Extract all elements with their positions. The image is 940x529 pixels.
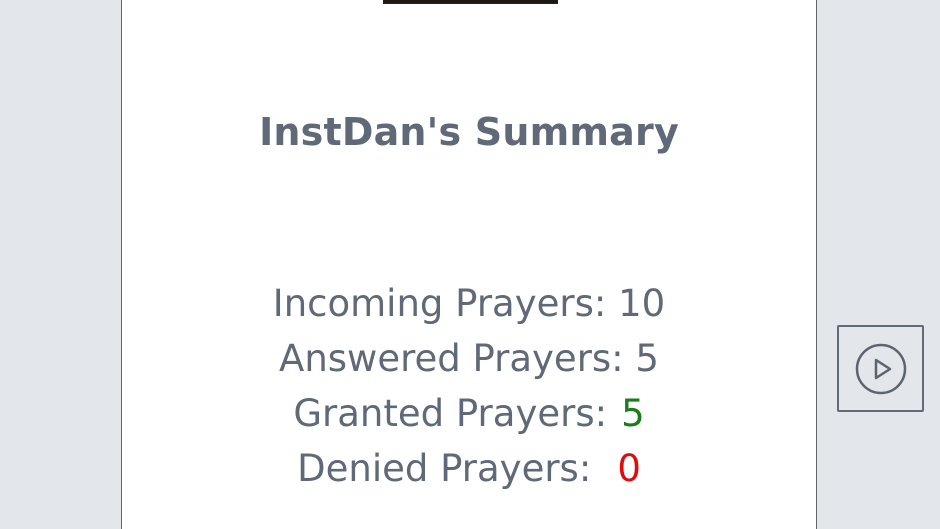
- incoming-prayers-row: Incoming Prayers: 10: [122, 276, 816, 331]
- incoming-prayers-value: 10: [618, 282, 666, 325]
- granted-prayers-row: Granted Prayers: 5: [122, 386, 816, 441]
- summary-panel: InstDan's Summary Incoming Prayers: 10 A…: [121, 0, 817, 529]
- granted-prayers-value: 5: [621, 392, 645, 435]
- answered-prayers-label: Answered Prayers:: [279, 337, 624, 380]
- play-button[interactable]: [837, 325, 924, 412]
- header-image: [383, 0, 558, 4]
- granted-prayers-label: Granted Prayers:: [293, 392, 608, 435]
- answered-prayers-row: Answered Prayers: 5: [122, 331, 816, 386]
- denied-prayers-label: Denied Prayers:: [297, 447, 592, 490]
- play-circle-icon: [855, 343, 907, 395]
- answered-prayers-value: 5: [635, 337, 659, 380]
- denied-prayers-value: 0: [617, 447, 641, 490]
- summary-title: InstDan's Summary: [259, 110, 679, 154]
- incoming-prayers-label: Incoming Prayers:: [272, 282, 607, 325]
- prayer-stats: Incoming Prayers: 10 Answered Prayers: 5…: [122, 276, 816, 496]
- denied-prayers-row: Denied Prayers: 0: [122, 441, 816, 496]
